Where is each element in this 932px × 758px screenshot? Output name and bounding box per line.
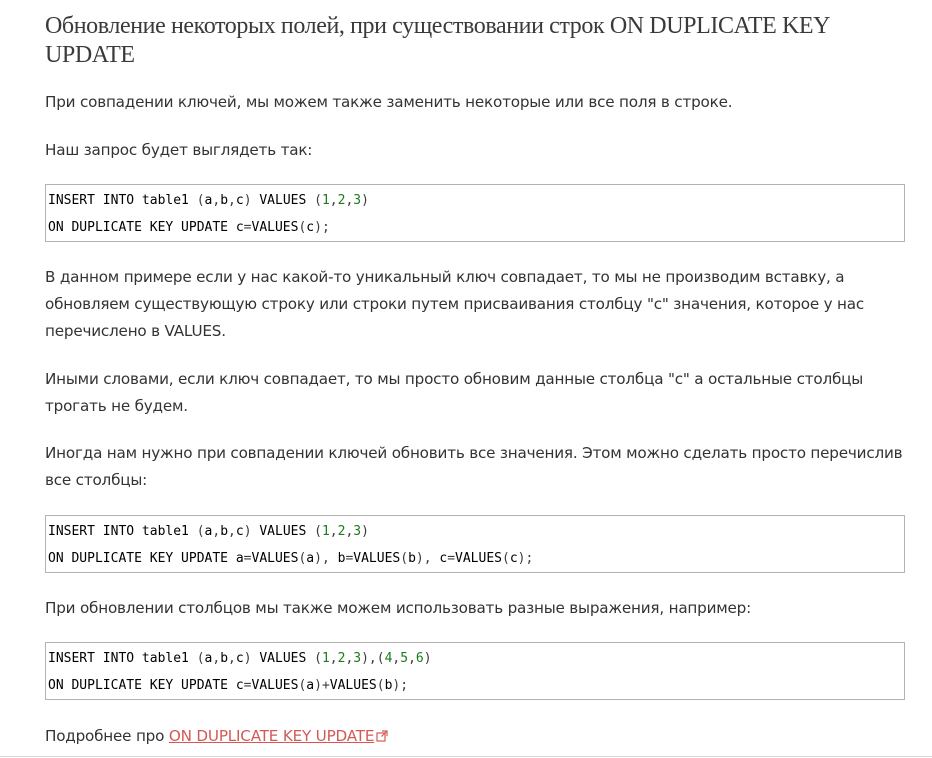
code-punctuation: ) xyxy=(243,524,252,539)
code-keyword: b xyxy=(220,651,229,666)
code-number: 3 xyxy=(353,193,362,208)
code-punctuation: = xyxy=(447,551,456,566)
code-keyword: ON DUPLICATE KEY UPDATE a xyxy=(48,551,244,566)
code-punctuation: , xyxy=(329,651,338,666)
code-keyword: VALUES xyxy=(251,220,299,235)
code-line: INSERT INTO table1 (a,b,c) VALUES (1,2,3… xyxy=(48,187,904,214)
code-keyword: VALUES xyxy=(251,551,299,566)
code-punctuation: ) xyxy=(423,651,432,666)
code-punctuation: = xyxy=(243,551,252,566)
code-punctuation: ); xyxy=(392,678,409,693)
code-line: ON DUPLICATE KEY UPDATE c=VALUES(c); xyxy=(48,214,904,241)
code-punctuation: ( xyxy=(314,193,322,208)
paragraph-expressions: При обновлении столбцов мы также можем и… xyxy=(45,599,752,617)
code-keyword: b xyxy=(220,193,229,208)
code-punctuation: , xyxy=(228,193,236,208)
code-punctuation: ) xyxy=(243,193,252,208)
bottom-divider xyxy=(0,756,932,757)
code-punctuation: ( xyxy=(196,651,205,666)
code-punctuation: , xyxy=(329,193,338,208)
code-punctuation: ), xyxy=(314,551,330,566)
code-punctuation: ) xyxy=(243,651,252,666)
paragraph-intro: При совпадении ключей, мы можем также за… xyxy=(45,93,733,111)
code-punctuation: ),( xyxy=(361,651,385,666)
code-number: 1 xyxy=(321,193,330,208)
code-punctuation: , xyxy=(228,651,236,666)
code-number: 5 xyxy=(400,651,409,666)
code-keyword: VALUES xyxy=(251,678,299,693)
paragraph-explanation: В данном примере если у нас какой-то уни… xyxy=(45,268,865,340)
external-link-icon[interactable] xyxy=(376,724,388,742)
code-block-3[interactable]: INSERT INTO table1 (a,b,c) VALUES (1,2,3… xyxy=(45,642,905,700)
code-punctuation: ( xyxy=(314,524,322,539)
code-line: INSERT INTO table1 (a,b,c) VALUES (1,2,3… xyxy=(48,645,904,672)
paragraph-other-words: Иными словами, если ключ совпадает, то м… xyxy=(45,370,864,415)
section-heading: Обновление некоторых полей, при существо… xyxy=(45,13,830,68)
code-keyword: b xyxy=(220,524,229,539)
code-punctuation: ); xyxy=(314,220,330,235)
code-keyword: VALUES xyxy=(251,651,315,666)
code-keyword: ON DUPLICATE KEY UPDATE c xyxy=(48,220,244,235)
code-punctuation: ( xyxy=(400,551,409,566)
code-punctuation: ), xyxy=(415,551,432,566)
code-punctuation: , xyxy=(329,524,338,539)
code-keyword: a xyxy=(306,551,315,566)
code-line: INSERT INTO table1 (a,b,c) VALUES (1,2,3… xyxy=(48,518,904,545)
code-punctuation: ( xyxy=(196,524,205,539)
code-block-1[interactable]: INSERT INTO table1 (a,b,c) VALUES (1,2,3… xyxy=(45,184,905,242)
code-punctuation: ( xyxy=(196,193,205,208)
code-punctuation: ( xyxy=(376,678,385,693)
code-keyword: VALUES xyxy=(455,551,502,566)
code-punctuation: ); xyxy=(517,551,534,566)
code-punctuation: ( xyxy=(314,651,322,666)
more-link-text[interactable]: ON DUPLICATE KEY UPDATE xyxy=(169,727,375,745)
code-keyword: b xyxy=(329,551,346,566)
code-keyword: c xyxy=(235,193,244,208)
code-keyword: VALUES xyxy=(353,551,401,566)
more-prefix: Подробнее про xyxy=(45,727,169,745)
paragraph-all-values: Иногда нам нужно при совпадении ключей о… xyxy=(45,444,903,489)
code-number: 6 xyxy=(415,651,424,666)
code-keyword: VALUES xyxy=(251,193,315,208)
paragraph-more: Подробнее про ON DUPLICATE KEY UPDATE xyxy=(45,723,907,750)
code-punctuation: = xyxy=(243,220,252,235)
code-punctuation: = xyxy=(243,678,252,693)
code-line: ON DUPLICATE KEY UPDATE c=VALUES(a)+VALU… xyxy=(48,672,904,699)
code-keyword: c xyxy=(306,220,315,235)
code-keyword: a xyxy=(306,678,315,693)
code-keyword: c xyxy=(509,551,518,566)
code-keyword: c xyxy=(431,551,448,566)
code-punctuation: ( xyxy=(502,551,510,566)
code-number: 3 xyxy=(353,524,362,539)
code-keyword: VALUES xyxy=(251,524,315,539)
code-punctuation: ) xyxy=(361,193,369,208)
code-keyword: VALUES xyxy=(329,678,377,693)
code-punctuation: , xyxy=(228,524,236,539)
paragraph-query-intro: Наш запрос будет выглядеть так: xyxy=(45,141,313,159)
code-keyword: c xyxy=(235,651,244,666)
code-punctuation: )+ xyxy=(314,678,330,693)
code-keyword: ON DUPLICATE KEY UPDATE c xyxy=(48,678,244,693)
code-punctuation: ) xyxy=(361,524,369,539)
code-keyword: b xyxy=(408,551,416,566)
code-number: 3 xyxy=(353,651,362,666)
code-line: ON DUPLICATE KEY UPDATE a=VALUES(a), b=V… xyxy=(48,545,904,572)
code-keyword: INSERT INTO table1 xyxy=(48,651,197,666)
code-keyword: c xyxy=(235,524,244,539)
code-block-2[interactable]: INSERT INTO table1 (a,b,c) VALUES (1,2,3… xyxy=(45,515,905,573)
code-punctuation: , xyxy=(408,651,416,666)
code-number: 1 xyxy=(321,651,330,666)
code-number: 1 xyxy=(321,524,330,539)
code-keyword: INSERT INTO table1 xyxy=(48,524,197,539)
more-link[interactable]: ON DUPLICATE KEY UPDATE xyxy=(169,727,375,745)
code-keyword: INSERT INTO table1 xyxy=(48,193,197,208)
